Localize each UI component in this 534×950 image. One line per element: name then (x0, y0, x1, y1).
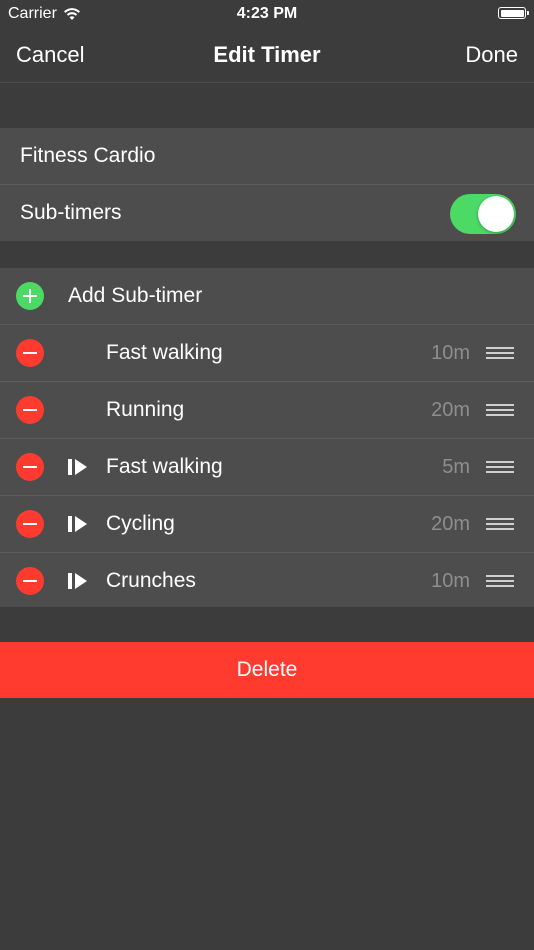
battery-icon (498, 7, 529, 19)
list-item[interactable]: Cycling 20m (0, 496, 534, 553)
delete-button[interactable]: Delete (0, 642, 534, 698)
add-circle-icon[interactable] (16, 282, 44, 310)
remove-circle-icon[interactable] (16, 339, 44, 367)
timer-name-row[interactable]: Fitness Cardio (0, 128, 534, 185)
subtimer-name: Running (106, 398, 185, 421)
reorder-handle-icon[interactable] (486, 347, 514, 359)
timer-name-field[interactable]: Fitness Cardio (20, 144, 155, 168)
toggle-knob (478, 196, 514, 232)
subtimer-name: Fast walking (106, 341, 223, 364)
subtimer-name: Crunches (106, 569, 196, 592)
remove-circle-icon[interactable] (16, 510, 44, 538)
remove-circle-icon[interactable] (16, 567, 44, 595)
skip-forward-icon[interactable] (68, 459, 88, 475)
list-item[interactable]: Fast walking 5m (0, 439, 534, 496)
remove-circle-icon[interactable] (16, 453, 44, 481)
skip-forward-icon[interactable] (68, 573, 88, 589)
list-item[interactable]: Running 20m (0, 382, 534, 439)
reorder-handle-icon[interactable] (486, 404, 514, 416)
list-item[interactable]: Crunches 10m (0, 553, 534, 609)
subtimer-duration: 10m (431, 569, 470, 592)
subtimer-duration: 5m (442, 455, 470, 478)
remove-circle-icon[interactable] (16, 396, 44, 424)
reorder-handle-icon[interactable] (486, 575, 514, 587)
add-subtimer-row[interactable]: Add Sub-timer (0, 268, 534, 325)
reorder-handle-icon[interactable] (486, 461, 514, 473)
subtimer-name: Cycling (106, 512, 175, 535)
done-button[interactable]: Done (465, 42, 518, 68)
subtimer-name: Fast walking (106, 455, 223, 478)
status-bar: Carrier 4:23 PM (0, 0, 534, 28)
add-subtimer-label: Add Sub-timer (68, 284, 203, 307)
subtimer-duration: 10m (431, 341, 470, 364)
subtimers-toggle-row: Sub-timers (0, 185, 534, 241)
timer-settings-group: Fitness Cardio Sub-timers (0, 128, 534, 241)
subtimers-list: Add Sub-timer Fast walking 10m Running 2… (0, 268, 534, 607)
navigation-bar: Cancel Edit Timer Done (0, 28, 534, 83)
list-item[interactable]: Fast walking 10m (0, 325, 534, 382)
subtimer-duration: 20m (431, 512, 470, 535)
subtimer-duration: 20m (431, 398, 470, 421)
clock: 4:23 PM (236, 5, 298, 22)
reorder-handle-icon[interactable] (486, 518, 514, 530)
subtimers-toggle[interactable] (450, 194, 516, 234)
subtimers-label: Sub-timers (20, 201, 122, 224)
skip-forward-icon[interactable] (68, 516, 88, 532)
page-title: Edit Timer (213, 42, 321, 67)
